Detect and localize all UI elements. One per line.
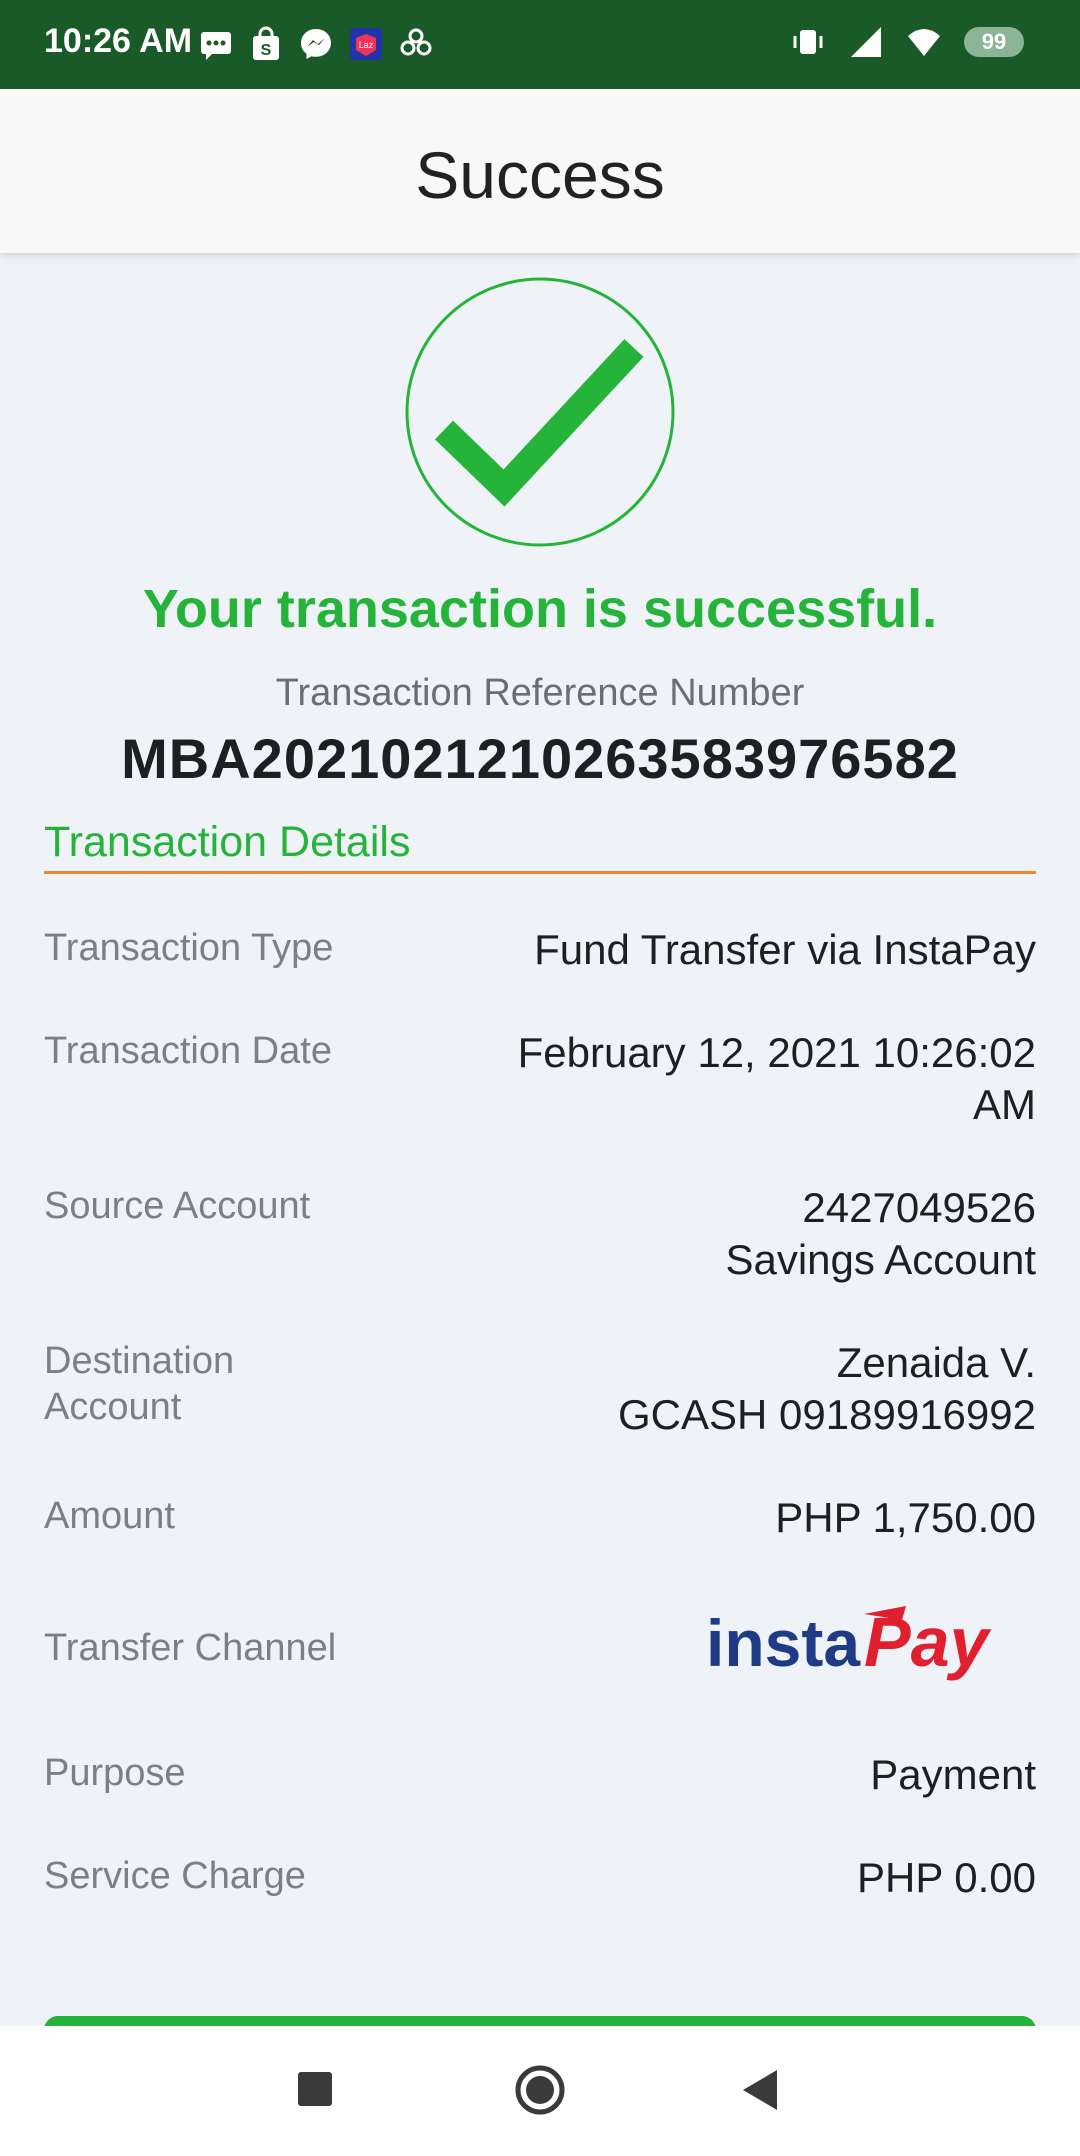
lazada-icon: Laz (350, 28, 382, 60)
purpose-value: Payment (870, 1751, 1036, 1798)
svg-text:Laz: Laz (359, 40, 374, 50)
destination-account-label: Destination Account (44, 1340, 235, 1428)
instapay-logo: insta Pay (706, 1603, 992, 1681)
purpose-label: Purpose (44, 1752, 186, 1794)
source-account-label: Source Account (44, 1185, 311, 1227)
navigation-bar (0, 2026, 1080, 2156)
service-charge-label: Service Charge (44, 1855, 306, 1897)
status-bar: 10:26 AM S Laz 99 (0, 0, 1080, 89)
wifi-icon (908, 29, 940, 56)
status-time: 10:26 AM (44, 22, 193, 60)
back-triangle-icon[interactable] (727, 2055, 797, 2125)
amount-label: Amount (44, 1495, 175, 1537)
battery-icon: 99 (964, 27, 1024, 57)
transaction-date-label: Transaction Date (44, 1030, 332, 1072)
transaction-type-label: Transaction Type (44, 927, 334, 969)
message-icon (201, 32, 231, 60)
source-account-value: 2427049526 Savings Account (725, 1184, 1036, 1283)
svg-text:S: S (261, 42, 272, 59)
section-divider (44, 871, 1036, 874)
amount-value: PHP 1,750.00 (775, 1494, 1036, 1541)
shopping-bag-icon: S (253, 26, 279, 60)
pinwheel-icon (400, 28, 432, 56)
service-charge-value: PHP 0.00 (856, 1854, 1036, 1901)
messenger-icon (301, 29, 331, 59)
checkmark-circle-icon (405, 277, 675, 547)
app-bar: Success (0, 89, 1080, 253)
transaction-date-value: February 12, 2021 10:26:02 AM (517, 1029, 1036, 1128)
notification-icons: S Laz (198, 26, 434, 62)
success-message: Your transaction is successful. (142, 579, 938, 639)
transaction-type-value: Fund Transfer via InstaPay (534, 926, 1036, 973)
signal-icon (851, 27, 881, 57)
reference-label: Transaction Reference Number (275, 672, 805, 714)
home-circle-icon[interactable] (505, 2055, 575, 2125)
destination-account-value: Zenaida V. GCASH 09189916992 (618, 1339, 1036, 1438)
recents-square-icon[interactable] (281, 2055, 351, 2125)
vibrate-icon (793, 30, 823, 54)
page-title: Success (415, 138, 665, 212)
system-icons: 99 (790, 24, 1024, 60)
reference-number: MBA2021021210263583976582 (121, 727, 959, 790)
transfer-channel-label: Transfer Channel (44, 1627, 337, 1669)
section-title: Transaction Details (44, 818, 411, 866)
instapay-logo-insta: insta (706, 1606, 861, 1680)
